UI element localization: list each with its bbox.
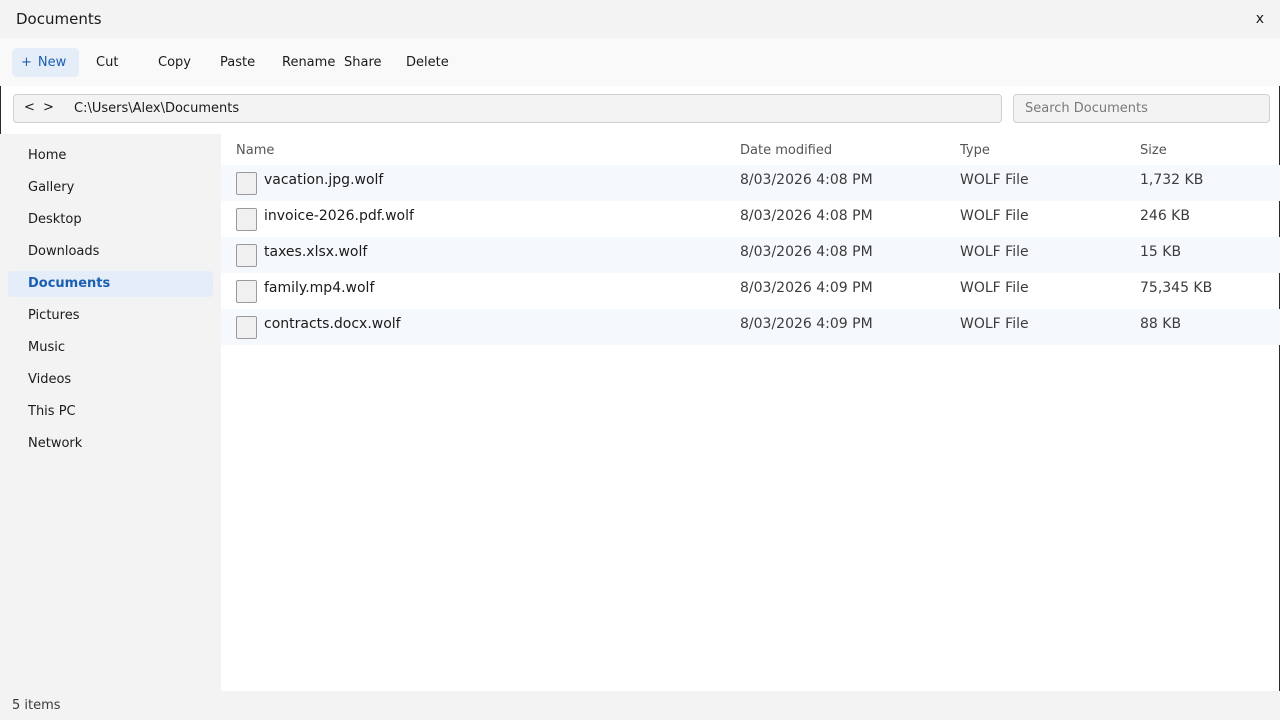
file-type: WOLF File [960, 244, 1029, 260]
file-icon [236, 172, 257, 195]
paste-button[interactable]: Paste [220, 48, 255, 77]
share-button[interactable]: Share [344, 48, 382, 77]
sidebar-item-this-pc[interactable]: This PC [8, 399, 213, 425]
file-name: vacation.jpg.wolf [264, 172, 384, 188]
address-path[interactable]: C:\Users\Alex\Documents [74, 101, 239, 116]
new-button-label: New [37, 55, 67, 70]
file-row[interactable]: contracts.docx.wolf 8/03/2026 4:09 PM WO… [221, 309, 1280, 345]
file-icon [236, 208, 257, 231]
file-date: 8/03/2026 4:08 PM [740, 244, 873, 260]
file-name: contracts.docx.wolf [264, 316, 401, 332]
file-list: Name Date modified Type Size vacation.jp… [221, 134, 1280, 691]
status-bar: 5 items [0, 691, 1280, 720]
plus-icon: + [21, 55, 32, 70]
file-icon [236, 280, 257, 303]
back-button[interactable]: < [24, 100, 35, 115]
sidebar-item-music[interactable]: Music [8, 335, 213, 361]
item-count: 5 items [12, 698, 61, 713]
file-size: 15 KB [1140, 244, 1182, 260]
column-header-name[interactable]: Name [236, 143, 274, 158]
file-name: invoice-2026.pdf.wolf [264, 208, 414, 224]
file-date: 8/03/2026 4:08 PM [740, 208, 873, 224]
file-date: 8/03/2026 4:08 PM [740, 172, 873, 188]
sidebar-item-documents[interactable]: Documents [8, 271, 213, 297]
file-size: 246 KB [1140, 208, 1190, 224]
file-icon [236, 244, 257, 267]
file-name: family.mp4.wolf [264, 280, 375, 296]
file-icon [236, 316, 257, 339]
file-row[interactable]: invoice-2026.pdf.wolf 8/03/2026 4:08 PM … [221, 201, 1280, 237]
file-type: WOLF File [960, 280, 1029, 296]
sidebar-item-downloads[interactable]: Downloads [8, 239, 213, 265]
file-type: WOLF File [960, 316, 1029, 332]
sidebar-item-pictures[interactable]: Pictures [8, 303, 213, 329]
file-date: 8/03/2026 4:09 PM [740, 316, 873, 332]
column-header-size[interactable]: Size [1140, 143, 1167, 158]
file-row[interactable]: taxes.xlsx.wolf 8/03/2026 4:08 PM WOLF F… [221, 237, 1280, 273]
column-header-date[interactable]: Date modified [740, 143, 832, 158]
new-button[interactable]: + New [12, 48, 79, 77]
sidebar-item-gallery[interactable]: Gallery [8, 175, 213, 201]
window-title: Documents [16, 10, 102, 28]
toolbar: + New Cut Copy Paste Rename Share Delete [0, 38, 1280, 86]
address-bar[interactable]: < > C:\Users\Alex\Documents [13, 94, 1002, 123]
title-bar: Documents x [0, 0, 1280, 38]
forward-button[interactable]: > [43, 100, 54, 115]
file-name: taxes.xlsx.wolf [264, 244, 368, 260]
file-row[interactable]: family.mp4.wolf 8/03/2026 4:09 PM WOLF F… [221, 273, 1280, 309]
sidebar-item-desktop[interactable]: Desktop [8, 207, 213, 233]
search-input[interactable] [1013, 94, 1270, 123]
file-size: 88 KB [1140, 316, 1182, 332]
file-row[interactable]: vacation.jpg.wolf 8/03/2026 4:08 PM WOLF… [221, 165, 1280, 201]
cut-button[interactable]: Cut [96, 48, 118, 77]
sidebar-item-network[interactable]: Network [8, 431, 213, 457]
copy-button[interactable]: Copy [158, 48, 191, 77]
address-row: < > C:\Users\Alex\Documents [0, 86, 1280, 134]
delete-button[interactable]: Delete [406, 48, 449, 77]
file-size: 1,732 KB [1140, 172, 1204, 188]
rename-button[interactable]: Rename [282, 48, 335, 77]
file-type: WOLF File [960, 208, 1029, 224]
file-date: 8/03/2026 4:09 PM [740, 280, 873, 296]
sidebar-item-videos[interactable]: Videos [8, 367, 213, 393]
sidebar-item-home[interactable]: Home [8, 143, 213, 169]
sidebar: Home Gallery Desktop Downloads Documents… [0, 134, 221, 691]
column-header-type[interactable]: Type [960, 143, 990, 158]
close-button[interactable]: x [1256, 11, 1264, 27]
file-type: WOLF File [960, 172, 1029, 188]
file-size: 75,345 KB [1140, 280, 1213, 296]
